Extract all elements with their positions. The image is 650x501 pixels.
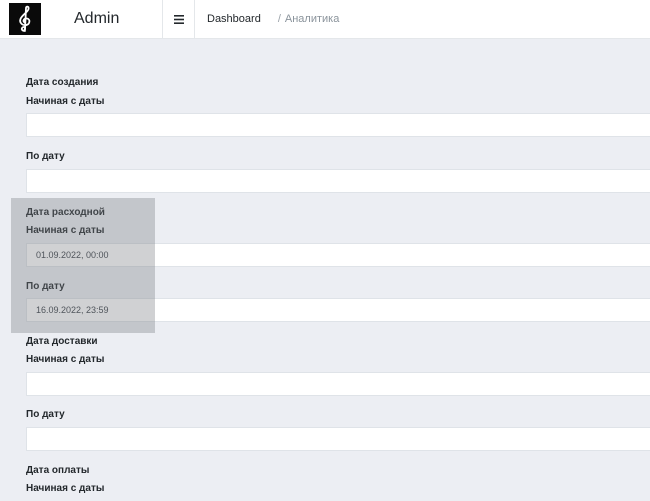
delivery-date-heading: Дата доставки <box>26 336 98 347</box>
creation-date-from-label: Начиная с даты <box>26 96 105 107</box>
payment-date-from-label: Начиная с даты <box>26 483 105 494</box>
brand[interactable]: Admin <box>0 0 163 38</box>
delivery-date-to-input[interactable] <box>26 427 650 451</box>
delivery-date-from-input[interactable] <box>26 372 650 396</box>
treble-clef-icon[interactable] <box>9 3 41 35</box>
creation-date-to-input[interactable] <box>26 169 650 193</box>
hamburger-icon <box>173 14 184 24</box>
creation-date-heading: Дата создания <box>26 77 99 88</box>
creation-date-from-input[interactable] <box>26 113 650 137</box>
delivery-date-to-label: По дату <box>26 409 65 420</box>
expense-date-heading: Дата расходной <box>26 207 105 218</box>
breadcrumb-current: Аналитика <box>284 13 340 25</box>
sidebar-toggle-button[interactable] <box>163 0 195 38</box>
expense-date-from-label: Начиная с даты <box>26 225 105 236</box>
creation-date-to-label: По дату <box>26 151 65 162</box>
expense-date-to-label: По дату <box>26 281 65 292</box>
breadcrumb: Dashboard / Аналитика <box>195 0 339 38</box>
breadcrumb-separator: / <box>277 13 281 25</box>
brand-name: Admin <box>74 10 120 27</box>
expense-date-from-input[interactable]: 01.09.2022, 00:00 <box>26 243 650 267</box>
expense-date-to-input[interactable]: 16.09.2022, 23:59 <box>26 298 650 322</box>
payment-date-heading: Дата оплаты <box>26 465 90 476</box>
delivery-date-from-label: Начиная с даты <box>26 354 105 365</box>
breadcrumb-dashboard-link[interactable]: Dashboard <box>207 13 261 25</box>
top-navbar: Admin Dashboard / Аналитика <box>0 0 650 39</box>
